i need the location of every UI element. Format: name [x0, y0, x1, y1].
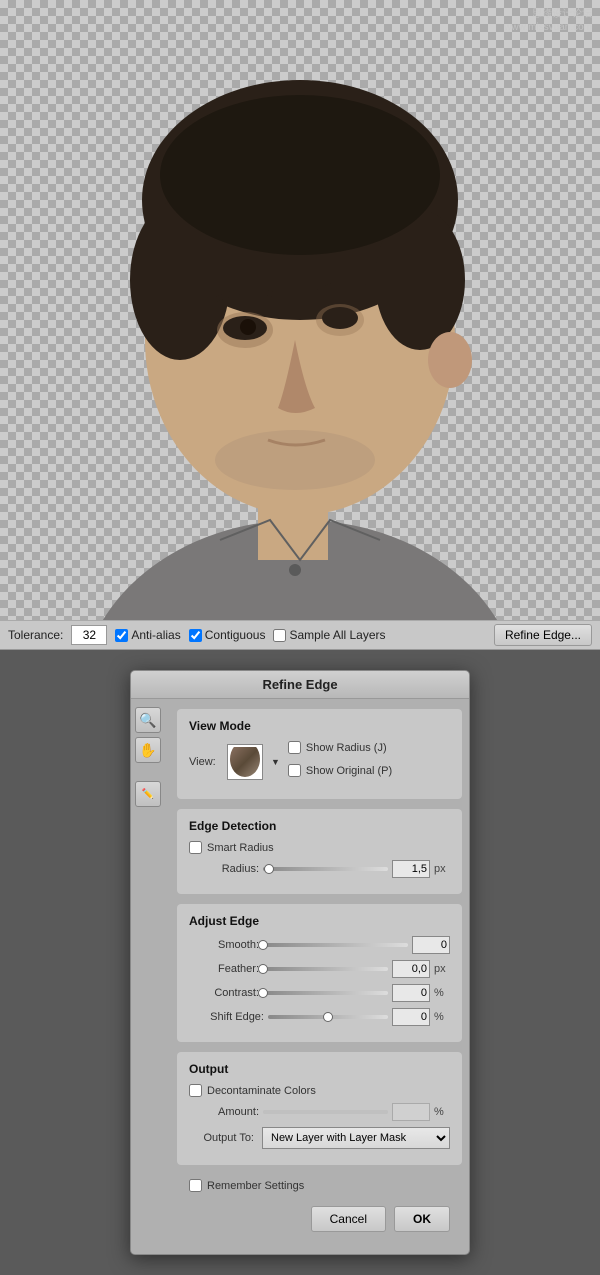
canvas-area: 思缘设计论坛 www.missvuan.com [0, 0, 600, 620]
shift-edge-input[interactable] [392, 1008, 430, 1026]
dialog-title: Refine Edge [131, 671, 469, 699]
feather-row: Feather: px [189, 960, 450, 978]
decontaminate-row: Decontaminate Colors [189, 1084, 450, 1097]
show-radius-row: Show Radius (J) [288, 741, 392, 754]
tolerance-label: Tolerance: [8, 628, 63, 642]
dialog-footer: Cancel OK [177, 1198, 462, 1244]
cancel-button[interactable]: Cancel [311, 1206, 386, 1232]
anti-alias-label: Anti-alias [131, 628, 180, 642]
smooth-input[interactable] [412, 936, 450, 954]
contrast-input[interactable] [392, 984, 430, 1002]
contiguous-label: Contiguous [205, 628, 266, 642]
dialog-overlay: Refine Edge 🔍 ✋ ✏️ View Mode View: [0, 650, 600, 1275]
amount-row: Amount: % [189, 1103, 450, 1121]
edge-detection-section: Edge Detection Smart Radius Radius: px [177, 809, 462, 894]
decontaminate-label: Decontaminate Colors [207, 1085, 316, 1097]
dialog-content: 🔍 ✋ ✏️ View Mode View: ▼ [131, 699, 469, 1254]
show-original-row: Show Original (P) [288, 764, 392, 777]
contiguous-checkbox[interactable] [189, 629, 202, 642]
feather-unit: px [434, 963, 450, 975]
edge-detect-tool-button[interactable]: ✏️ [135, 781, 161, 807]
portrait-svg [0, 0, 600, 620]
radius-thumb[interactable] [264, 864, 274, 874]
contrast-unit: % [434, 987, 450, 999]
zoom-tool-button[interactable]: 🔍 [135, 707, 161, 733]
sample-all-layers-checkbox[interactable] [273, 629, 286, 642]
view-mode-title: View Mode [189, 719, 450, 733]
radius-input[interactable] [392, 860, 430, 878]
view-mode-section: View Mode View: ▼ Show Radius (J) [177, 709, 462, 799]
view-label: View: [189, 756, 219, 768]
contiguous-group: Contiguous [189, 628, 266, 642]
contrast-label: Contrast: [189, 987, 259, 999]
smooth-row: Smooth: [189, 936, 450, 954]
tools-column: 🔍 ✋ ✏️ [131, 699, 165, 1254]
edge-detection-title: Edge Detection [189, 819, 450, 833]
anti-alias-checkbox[interactable] [115, 629, 128, 642]
contrast-thumb[interactable] [258, 988, 268, 998]
adjust-edge-section: Adjust Edge Smooth: Feather: [177, 904, 462, 1042]
output-title: Output [189, 1062, 450, 1076]
hand-tool-button[interactable]: ✋ [135, 737, 161, 763]
contrast-slider[interactable] [263, 991, 388, 995]
smooth-thumb[interactable] [258, 940, 268, 950]
show-original-label: Show Original (P) [306, 765, 392, 777]
tolerance-input[interactable] [71, 625, 107, 645]
anti-alias-group: Anti-alias [115, 628, 180, 642]
radius-row: Radius: px [189, 860, 450, 878]
feather-input[interactable] [392, 960, 430, 978]
view-dropdown-arrow[interactable]: ▼ [271, 757, 280, 767]
adjust-edge-title: Adjust Edge [189, 914, 450, 928]
view-row: View: ▼ Show Radius (J) [189, 741, 450, 783]
smart-radius-row: Smart Radius [189, 841, 450, 854]
smart-radius-checkbox[interactable] [189, 841, 202, 854]
shift-edge-slider[interactable] [268, 1015, 388, 1019]
contrast-row: Contrast: % [189, 984, 450, 1002]
feather-label: Feather: [189, 963, 259, 975]
radius-unit: px [434, 863, 450, 875]
remember-row: Remember Settings [177, 1175, 462, 1198]
sample-all-layers-label: Sample All Layers [289, 628, 385, 642]
amount-input [392, 1103, 430, 1121]
feather-slider[interactable] [263, 967, 388, 971]
view-thumbnail[interactable] [227, 744, 263, 780]
feather-thumb[interactable] [258, 964, 268, 974]
output-to-label: Output To: [189, 1132, 254, 1144]
amount-slider [263, 1110, 388, 1114]
refine-edge-dialog: Refine Edge 🔍 ✋ ✏️ View Mode View: [130, 670, 470, 1255]
sample-all-layers-group: Sample All Layers [273, 628, 385, 642]
shift-edge-unit: % [434, 1011, 450, 1023]
show-radius-checkbox[interactable] [288, 741, 301, 754]
main-column: View Mode View: ▼ Show Radius (J) [165, 699, 470, 1254]
shift-edge-thumb[interactable] [323, 1012, 333, 1022]
ok-button[interactable]: OK [394, 1206, 450, 1232]
radius-label: Radius: [189, 863, 259, 875]
show-options: Show Radius (J) Show Original (P) [288, 741, 392, 783]
output-section: Output Decontaminate Colors Amount: % Ou… [177, 1052, 462, 1165]
output-to-select[interactable]: New Layer with Layer Mask Selection Laye… [262, 1127, 450, 1149]
shift-edge-label: Shift Edge: [189, 1011, 264, 1023]
toolbar: Tolerance: Anti-alias Contiguous Sample … [0, 620, 600, 650]
radius-slider[interactable] [263, 867, 388, 871]
amount-unit: % [434, 1106, 450, 1118]
remember-settings-checkbox[interactable] [189, 1179, 202, 1192]
show-original-checkbox[interactable] [288, 764, 301, 777]
show-radius-label: Show Radius (J) [306, 742, 387, 754]
smooth-label: Smooth: [189, 939, 259, 951]
thumbnail-image [230, 747, 260, 777]
refine-edge-button[interactable]: Refine Edge... [494, 624, 592, 646]
shift-edge-row: Shift Edge: % [189, 1008, 450, 1026]
amount-label: Amount: [189, 1106, 259, 1118]
remember-settings-label: Remember Settings [207, 1180, 304, 1192]
smart-radius-label: Smart Radius [207, 842, 274, 854]
smooth-slider[interactable] [263, 943, 408, 947]
output-to-row: Output To: New Layer with Layer Mask Sel… [189, 1127, 450, 1149]
decontaminate-checkbox[interactable] [189, 1084, 202, 1097]
